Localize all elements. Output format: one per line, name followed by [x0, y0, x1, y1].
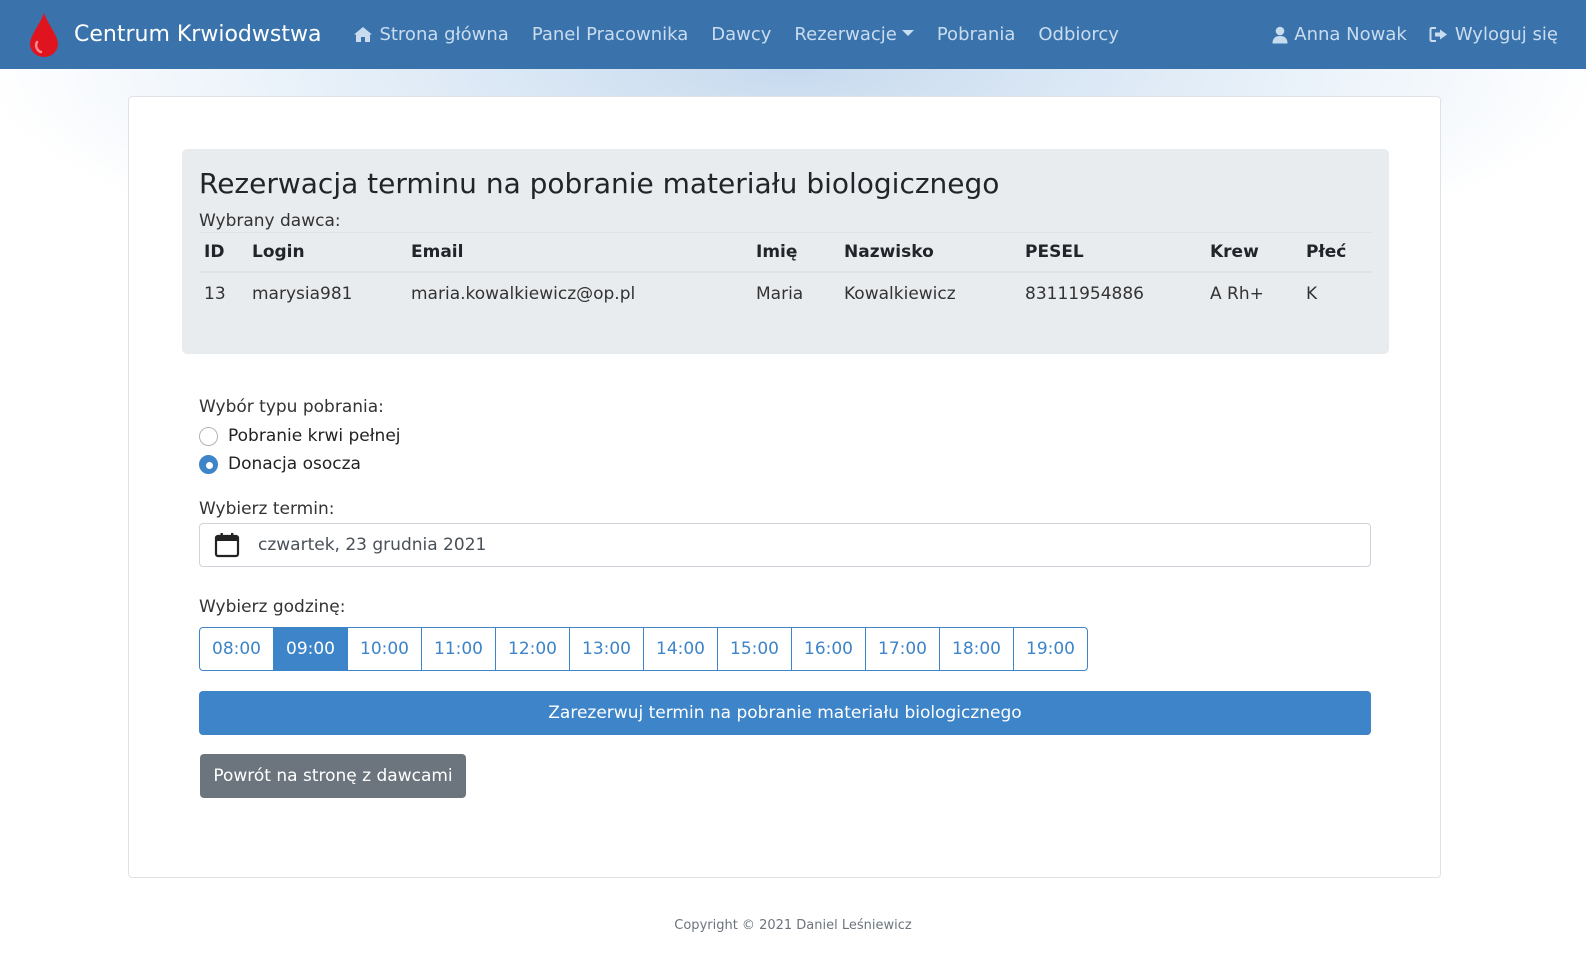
col-sex: Płeć	[1301, 232, 1372, 273]
blood-drop-icon	[30, 12, 58, 57]
nav-reservations-label: Rezerwacje	[794, 24, 897, 45]
nav-links: Strona główna Panel Pracownika Dawcy Rez…	[353, 24, 1142, 45]
cell-sex: K	[1306, 284, 1318, 304]
hour-label: Wybierz godzinę:	[199, 597, 346, 617]
radio-plasma-input[interactable]	[199, 454, 218, 474]
donor-table: ID Login Email Imię Nazwisko PESEL Krew …	[199, 232, 1372, 315]
radio-plasma-label: Donacja osocza	[228, 454, 361, 474]
nav-panel-label: Panel Pracownika	[531, 24, 689, 45]
cell-last-name: Kowalkiewicz	[844, 284, 956, 304]
nav-donors-label: Dawcy	[711, 24, 772, 45]
hour-button-1800[interactable]: 18:00	[939, 627, 1014, 671]
col-first-name: Imię	[751, 232, 839, 273]
footer-copyright: Copyright © 2021 Daniel Leśniewicz	[674, 918, 912, 933]
radio-whole-blood[interactable]: Pobranie krwi pełnej	[199, 426, 1372, 446]
hour-button-0900[interactable]: 09:00	[273, 627, 348, 671]
type-label: Wybór typu pobrania:	[199, 397, 384, 417]
col-id: ID	[199, 232, 247, 273]
col-email: Email	[406, 232, 751, 273]
hour-button-group: 08:00 09:00 10:00 11:00 12:00 13:00 14:0…	[199, 627, 1372, 671]
cell-login: marysia981	[252, 284, 353, 304]
date-value: czwartek, 23 grudnia 2021	[258, 535, 487, 555]
nav-panel[interactable]: Panel Pracownika	[532, 24, 688, 45]
nav-user-area: Anna Nowak Wyloguj się	[1250, 24, 1558, 45]
reservation-form: Wybór typu pobrania: Pobranie krwi pełne…	[199, 397, 1372, 798]
sign-out-icon	[1429, 27, 1447, 42]
date-label: Wybierz termin:	[199, 499, 335, 519]
nav-recipients[interactable]: Odbiorcy	[1038, 24, 1119, 45]
nav-user[interactable]: Anna Nowak	[1272, 24, 1407, 45]
cell-email: maria.kowalkiewicz@op.pl	[411, 284, 636, 304]
nav-home[interactable]: Strona główna	[353, 24, 509, 45]
col-login: Login	[247, 232, 406, 273]
hour-button-1400[interactable]: 14:00	[643, 627, 718, 671]
col-last-name: Nazwisko	[839, 232, 1020, 273]
back-to-donors-button[interactable]: Powrót na stronę z dawcami	[200, 754, 466, 798]
radio-plasma[interactable]: Donacja osocza	[199, 454, 1372, 474]
table-header-row: ID Login Email Imię Nazwisko PESEL Krew …	[199, 232, 1372, 273]
nav-reservations-dropdown[interactable]: Rezerwacje	[794, 24, 914, 45]
nav-user-name: Anna Nowak	[1294, 24, 1407, 45]
hour-button-1200[interactable]: 12:00	[495, 627, 570, 671]
col-blood: Krew	[1205, 232, 1301, 273]
selected-donor-label: Wybrany dawca:	[199, 211, 341, 231]
cell-first-name: Maria	[756, 284, 804, 304]
nav-collections[interactable]: Pobrania	[937, 24, 1016, 45]
hour-button-1000[interactable]: 10:00	[347, 627, 422, 671]
hour-button-1500[interactable]: 15:00	[717, 627, 792, 671]
radio-whole-blood-label: Pobranie krwi pełnej	[228, 426, 401, 446]
hour-button-1700[interactable]: 17:00	[865, 627, 940, 671]
hour-button-1600[interactable]: 16:00	[791, 627, 866, 671]
reserve-button[interactable]: Zarezerwuj termin na pobranie materiału …	[199, 691, 1371, 735]
radio-whole-blood-input[interactable]	[199, 426, 218, 446]
navbar: Centrum Krwiodwstwa Strona główna Panel …	[0, 0, 1586, 69]
hour-button-1100[interactable]: 11:00	[421, 627, 496, 671]
cell-blood: A Rh+	[1210, 284, 1264, 304]
hour-button-0800[interactable]: 08:00	[199, 627, 274, 671]
main-card: Rezerwacja terminu na pobranie materiału…	[128, 96, 1441, 878]
user-icon	[1272, 26, 1288, 43]
chevron-down-icon	[901, 29, 914, 36]
home-icon	[354, 27, 373, 42]
nav-donors[interactable]: Dawcy	[711, 24, 771, 45]
nav-home-label: Strona główna	[379, 24, 509, 45]
brand[interactable]: Centrum Krwiodwstwa	[28, 12, 321, 58]
brand-name: Centrum Krwiodwstwa	[74, 22, 322, 47]
date-picker-input[interactable]: czwartek, 23 grudnia 2021	[199, 523, 1371, 567]
hour-button-1300[interactable]: 13:00	[569, 627, 644, 671]
page-title: Rezerwacja terminu na pobranie materiału…	[199, 167, 1000, 200]
donor-summary: Rezerwacja terminu na pobranie materiału…	[182, 149, 1389, 354]
cell-pesel: 83111954886	[1025, 284, 1144, 304]
nav-recipients-label: Odbiorcy	[1038, 24, 1119, 45]
col-pesel: PESEL	[1020, 232, 1205, 273]
hour-button-1900[interactable]: 19:00	[1013, 627, 1088, 671]
nav-logout[interactable]: Wyloguj się	[1429, 24, 1558, 45]
calendar-icon	[214, 533, 240, 558]
table-row: 13 marysia981 maria.kowalkiewicz@op.pl M…	[199, 272, 1372, 315]
nav-collections-label: Pobrania	[936, 24, 1016, 45]
cell-id: 13	[204, 284, 226, 304]
nav-logout-label: Wyloguj się	[1454, 24, 1558, 45]
